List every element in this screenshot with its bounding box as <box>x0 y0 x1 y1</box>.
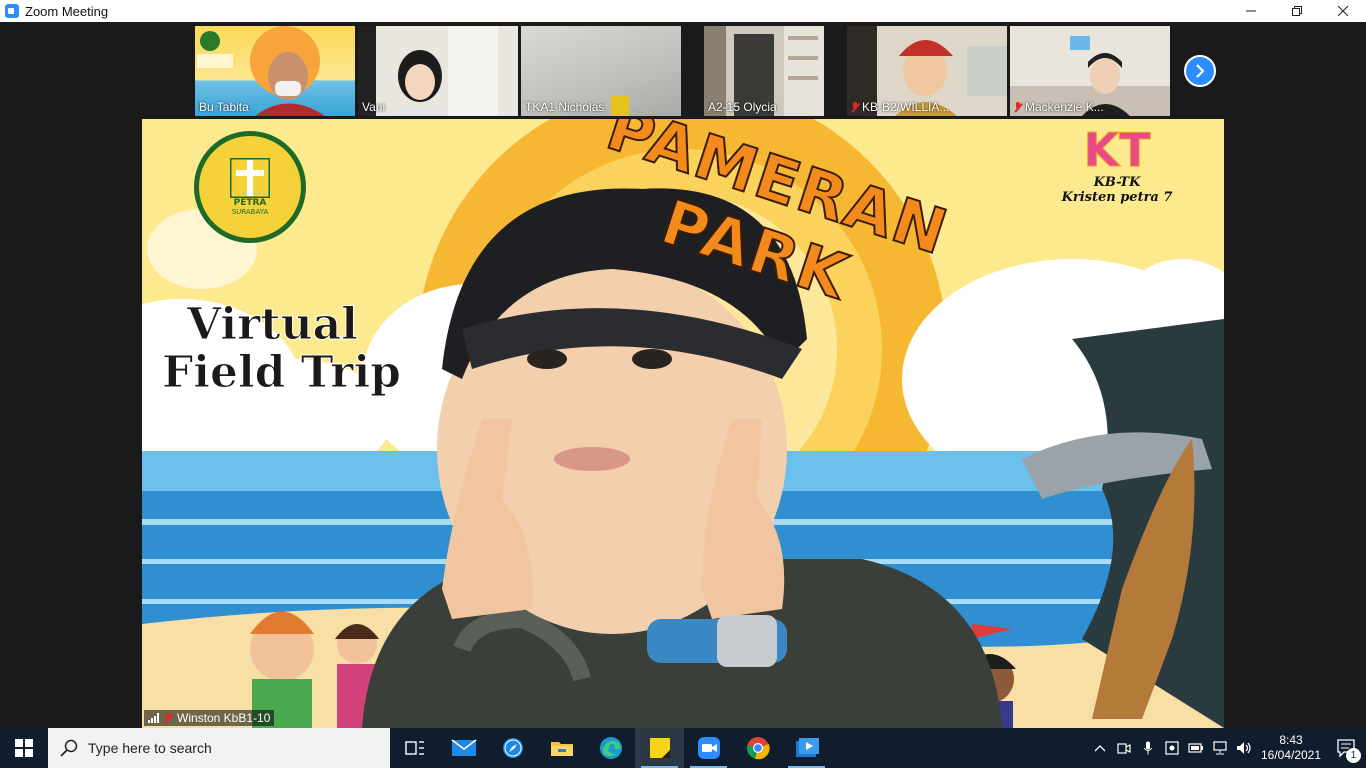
participant-tile[interactable]: Bu Tabita <box>195 26 355 116</box>
gallery-strip: Bu Tabita Vani TKA1 Nicholas A2-15 Olyci… <box>0 22 1366 118</box>
video-app-icon <box>795 738 819 757</box>
edge-icon <box>599 737 622 759</box>
security-icon <box>1165 741 1179 755</box>
active-speaker-video[interactable]: PAMERAN PARK Virtual Field Trip PETRA SU… <box>142 119 1224 728</box>
logo-subtext: SURABAYA <box>231 208 269 216</box>
participant-name: KB-B2/WILLIA... <box>862 100 950 114</box>
tray-volume[interactable] <box>1232 728 1256 768</box>
muted-icon <box>164 712 172 724</box>
microphone-icon <box>1143 741 1153 755</box>
compass-icon <box>502 738 523 758</box>
minimize-icon <box>1246 10 1256 12</box>
participant-name: A2-15 Olycia <box>708 100 777 114</box>
signal-icon <box>148 713 159 723</box>
taskbar: Type here to search 8:43 16/04/2021 1 <box>0 728 1366 768</box>
tray-security[interactable] <box>1160 728 1184 768</box>
window-controls <box>1228 0 1366 22</box>
muted-icon <box>1014 101 1022 113</box>
minimize-button[interactable] <box>1228 0 1274 22</box>
network-icon <box>1213 741 1227 755</box>
logo-line-2: Kristen petra 7 <box>1061 190 1173 205</box>
participant-tile[interactable]: TKA1 Nicholas <box>521 26 681 116</box>
mail-icon <box>451 739 476 756</box>
zoom-icon <box>697 737 720 759</box>
tray-microphone[interactable] <box>1136 728 1160 768</box>
taskbar-mail[interactable] <box>439 728 488 768</box>
sticky-notes-icon <box>649 738 670 758</box>
chevron-right-icon <box>1196 64 1205 78</box>
speaker-name-label: Winston KbB1-10 <box>144 710 275 726</box>
participant-tile[interactable]: A2-15 Olycia <box>704 26 824 116</box>
clock-date: 16/04/2021 <box>1260 748 1322 762</box>
search-icon <box>60 739 78 757</box>
notification-count: 1 <box>1346 748 1361 763</box>
banner-subtitle-2: Field Trip <box>162 347 402 399</box>
tray-camera[interactable] <box>1112 728 1136 768</box>
participant-tile[interactable]: KB-B2/WILLIA... <box>847 26 1007 116</box>
next-page-button[interactable] <box>1184 55 1216 87</box>
muted-icon <box>851 101 859 113</box>
taskbar-edge[interactable] <box>586 728 635 768</box>
restore-icon <box>1292 6 1302 16</box>
start-button[interactable] <box>0 728 48 768</box>
camera-icon <box>1117 743 1131 754</box>
taskbar-search[interactable]: Type here to search <box>48 728 390 768</box>
taskbar-clock[interactable]: 8:43 16/04/2021 <box>1256 733 1326 763</box>
clock-time: 8:43 <box>1279 733 1303 747</box>
participant-name: Bu Tabita <box>199 100 249 114</box>
window-title: Zoom Meeting <box>25 3 109 19</box>
windows-icon <box>15 739 33 757</box>
task-view-button[interactable] <box>390 728 439 768</box>
kbtk-logo: KT KB-TK Kristen petra 7 <box>1047 123 1187 206</box>
taskbar-video-app[interactable] <box>782 728 831 768</box>
folder-icon <box>550 742 573 756</box>
chrome-icon <box>746 737 770 760</box>
taskbar-file-explorer[interactable] <box>537 728 586 768</box>
school-logo: PETRA SURABAYA <box>194 131 306 243</box>
tray-network[interactable] <box>1208 728 1232 768</box>
banner-subtitle-1: Virtual <box>187 299 359 351</box>
search-placeholder: Type here to search <box>88 740 212 756</box>
system-tray: 8:43 16/04/2021 1 <box>1088 728 1366 768</box>
show-hidden-icons-button[interactable] <box>1088 728 1112 768</box>
close-icon <box>1338 6 1348 16</box>
logo-text: PETRA <box>233 198 267 208</box>
taskbar-zoom[interactable] <box>684 728 733 768</box>
taskbar-safari[interactable] <box>488 728 537 768</box>
battery-icon <box>1188 743 1203 753</box>
title-bar: Zoom Meeting <box>0 0 1366 22</box>
zoom-app-icon <box>5 4 19 18</box>
taskbar-chrome[interactable] <box>733 728 782 768</box>
participant-name: Vani <box>362 100 386 114</box>
logo-line-1: KB-TK <box>1093 175 1141 190</box>
action-center-button[interactable]: 1 <box>1326 728 1366 768</box>
speaker-icon <box>1237 742 1251 754</box>
participant-name: Mackenzie K... <box>1025 100 1104 114</box>
tray-power[interactable] <box>1184 728 1208 768</box>
restore-button[interactable] <box>1274 0 1320 22</box>
cross-icon <box>230 158 270 198</box>
speaker-name: Winston KbB1-10 <box>177 711 271 725</box>
participant-tile[interactable]: Vani <box>358 26 518 116</box>
taskbar-sticky-notes[interactable] <box>635 728 684 768</box>
participant-tile[interactable]: Mackenzie K... <box>1010 26 1170 116</box>
task-view-icon <box>404 741 424 755</box>
close-button[interactable] <box>1320 0 1366 22</box>
participant-name: TKA1 Nicholas <box>525 100 605 114</box>
logo-mark: KT <box>1083 123 1151 177</box>
chevron-up-icon <box>1094 745 1106 752</box>
